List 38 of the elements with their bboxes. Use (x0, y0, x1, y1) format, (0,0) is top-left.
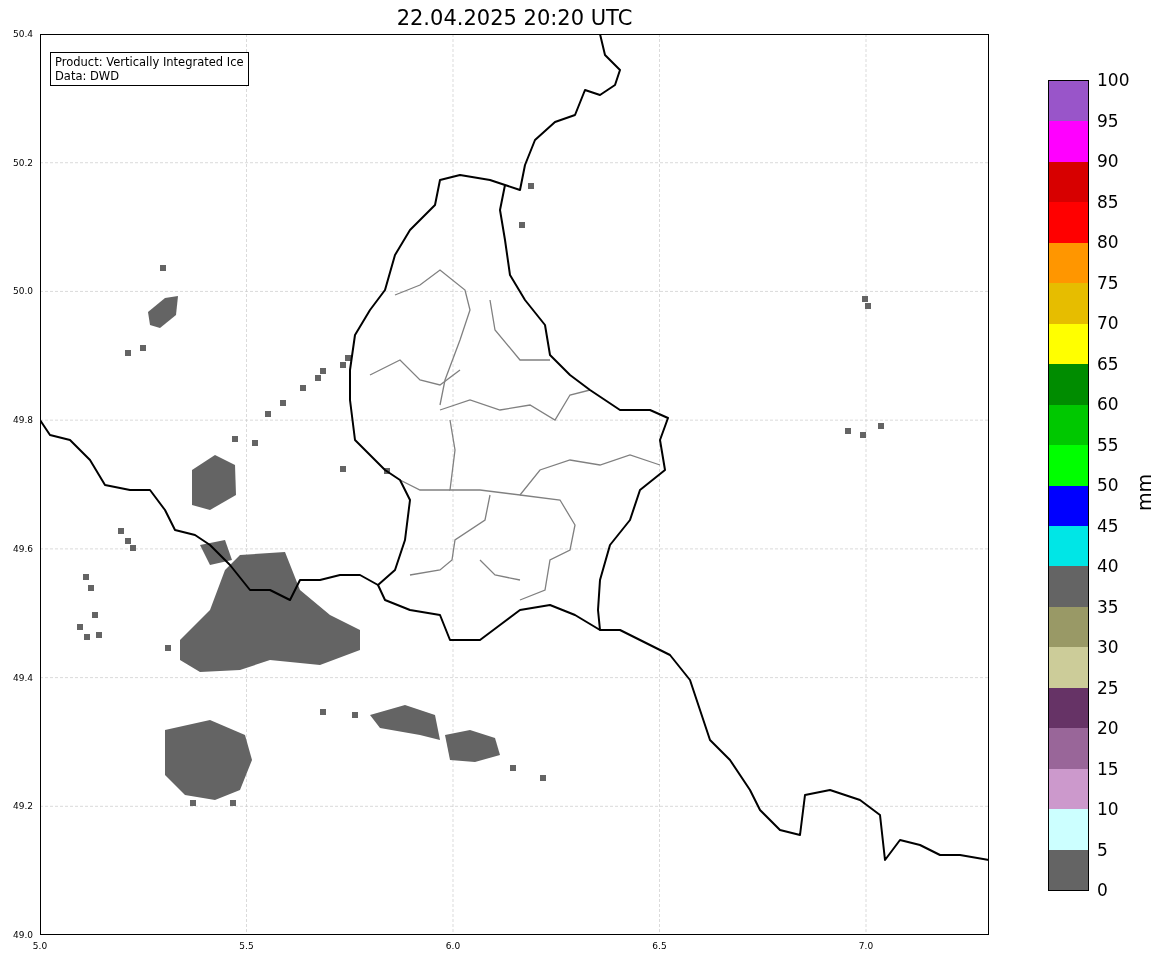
colorbar-tick-label: 70 (1097, 314, 1119, 332)
colorbar-tick-label: 40 (1097, 557, 1119, 575)
colorbar-tick-label: 30 (1097, 638, 1119, 656)
axis-tick-label: 49.4 (12, 673, 33, 683)
colorbar-tick-label: 50 (1097, 476, 1119, 494)
colorbar-tick-label: 15 (1097, 760, 1119, 777)
axis-tick-label: 5.5 (239, 942, 254, 951)
axis-tick-label: 49.2 (12, 801, 33, 811)
colorbar-tick-label: 95 (1097, 112, 1119, 129)
colorbar-tick-label: 90 (1097, 152, 1119, 170)
axis-tick-label: 49.6 (12, 544, 33, 554)
colorbar-tick-label: 45 (1097, 517, 1119, 534)
axis-tick-label: 7.0 (858, 942, 874, 951)
axis-tick-label: 49.0 (12, 930, 33, 940)
colorbar-tick-label: 85 (1097, 193, 1119, 210)
colorbar-tick-label: 0 (1097, 881, 1108, 899)
info-text: Data: DWD (55, 69, 121, 83)
colorbar-tick-label: 55 (1097, 436, 1119, 453)
colorbar-tick-label: 65 (1097, 355, 1119, 372)
colorbar-tick-label: 5 (1097, 841, 1108, 858)
colorbar-tick-label: 60 (1097, 395, 1119, 413)
colorbar-label: mm (1135, 473, 1155, 511)
info-text: Product: Vertically Integrated Ice (55, 55, 244, 69)
axis-tick-label: 50.2 (12, 158, 33, 168)
colorbar-tick-label: 75 (1097, 274, 1119, 291)
axis-tick-label: 50.0 (12, 286, 33, 296)
colorbar-tick-label: 25 (1097, 679, 1119, 696)
axis-tick-label: 50.4 (12, 29, 33, 39)
axis-tick-label: 6.0 (445, 942, 461, 951)
colorbar-tick-label: 10 (1097, 800, 1119, 818)
axis-tick-label: 5.0 (32, 942, 48, 951)
axis-tick-label: 49.8 (12, 415, 33, 425)
chart-title: 22.04.2025 20:20 UTC (396, 5, 633, 32)
colorbar-tick-label: 100 (1097, 71, 1130, 89)
axis-tick-label: 6.5 (652, 942, 667, 951)
colorbar-tick-label: 35 (1097, 598, 1119, 615)
colorbar-tick-label: 80 (1097, 233, 1119, 251)
colorbar-tick-label: 20 (1097, 719, 1119, 737)
